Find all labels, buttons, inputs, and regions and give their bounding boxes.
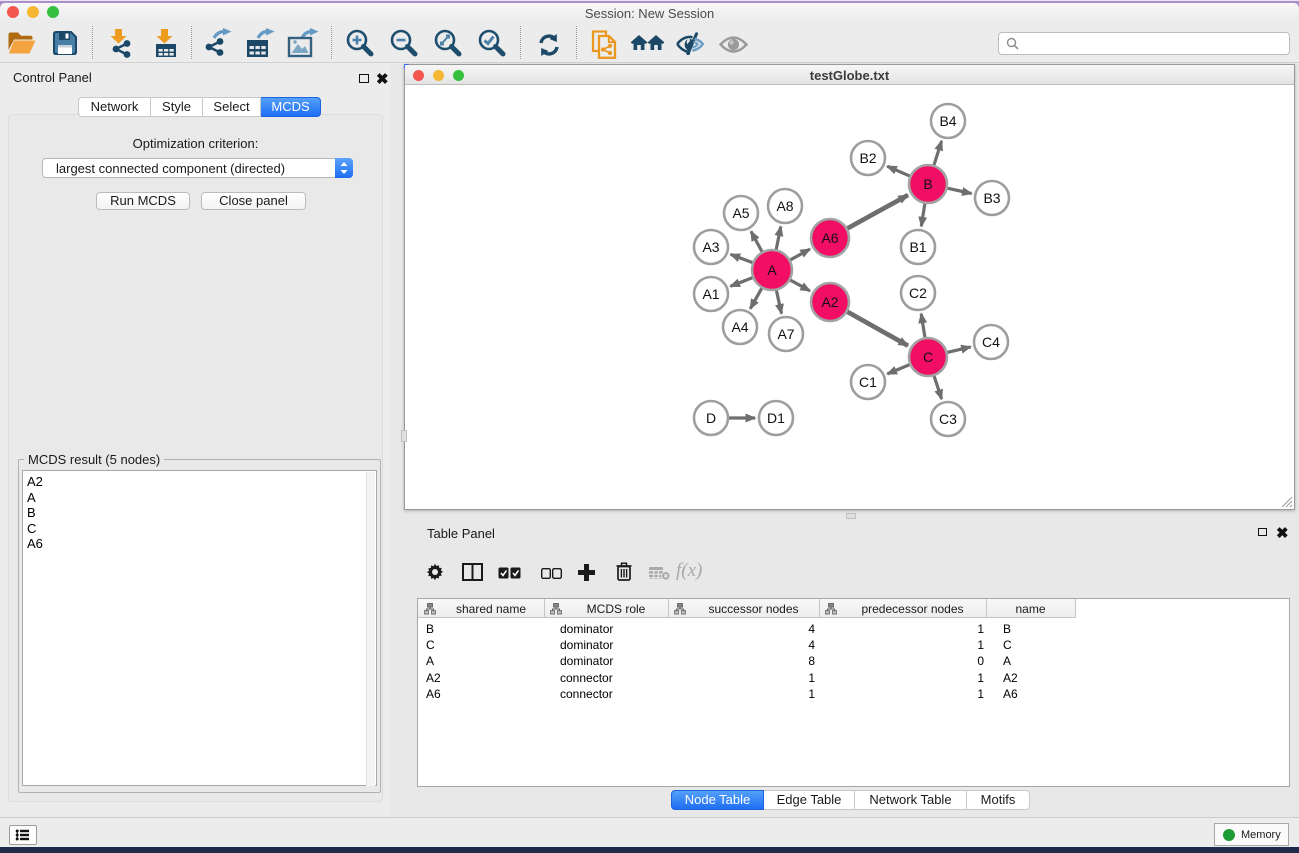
svg-text:D: D [706,410,716,426]
svg-text:C2: C2 [909,285,927,301]
svg-text:B: B [923,176,932,192]
svg-text:A8: A8 [776,198,793,214]
svg-text:B4: B4 [939,113,956,129]
svg-text:B2: B2 [859,150,876,166]
svg-text:C3: C3 [939,411,957,427]
svg-text:C4: C4 [982,334,1000,350]
svg-text:A4: A4 [731,319,748,335]
svg-text:B3: B3 [983,190,1000,206]
svg-text:A6: A6 [821,230,838,246]
svg-text:A7: A7 [777,326,794,342]
svg-text:B1: B1 [909,239,926,255]
svg-text:D1: D1 [767,410,785,426]
svg-text:A1: A1 [702,286,719,302]
svg-text:C1: C1 [859,374,877,390]
svg-text:C: C [923,349,933,365]
svg-text:A5: A5 [732,205,749,221]
svg-text:A2: A2 [821,294,838,310]
svg-text:A3: A3 [702,239,719,255]
svg-text:A: A [767,262,777,278]
